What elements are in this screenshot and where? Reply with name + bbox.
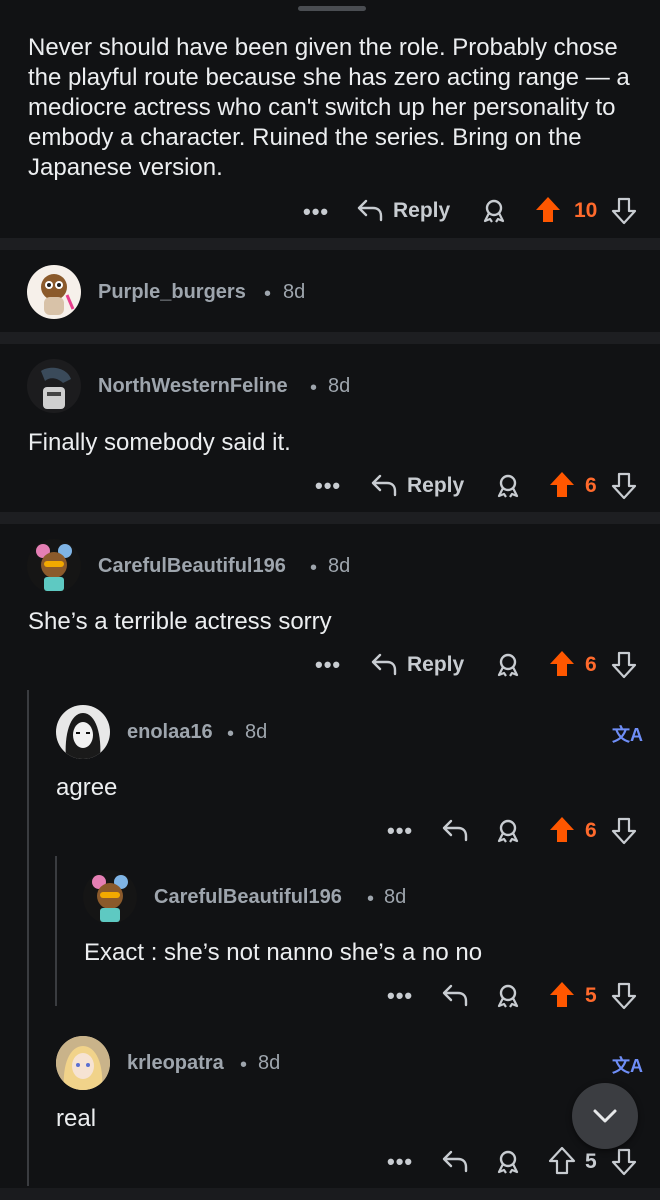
separator-dot: • [310, 557, 318, 579]
timestamp: 8d [283, 281, 306, 303]
downvote-icon[interactable] [611, 1147, 637, 1177]
downvote-icon[interactable] [611, 196, 637, 226]
comment-text: agree [56, 774, 118, 801]
avatar[interactable] [56, 705, 110, 759]
thread-line[interactable] [27, 690, 29, 1186]
comment-separator [0, 238, 660, 250]
timestamp: 8d [384, 886, 407, 908]
username[interactable]: CarefulBeautiful196 [98, 555, 286, 578]
award-icon[interactable] [494, 982, 522, 1010]
more-options-button[interactable]: ••• [315, 652, 341, 678]
more-options-button[interactable]: ••• [387, 1149, 413, 1175]
avatar[interactable] [27, 359, 81, 413]
downvote-icon[interactable] [611, 650, 637, 680]
upvote-icon[interactable] [534, 195, 562, 225]
more-options-button[interactable]: ••• [387, 983, 413, 1009]
timestamp: 8d [245, 721, 268, 743]
downvote-icon[interactable] [611, 981, 637, 1011]
reply-icon[interactable] [356, 197, 384, 223]
comment-text: Exact : she’s not nanno she’s a no no [84, 939, 483, 966]
separator-dot: • [367, 888, 375, 910]
downvote-icon[interactable] [611, 816, 637, 846]
username[interactable]: enolaa16 [127, 721, 213, 744]
more-options-button[interactable]: ••• [315, 473, 341, 499]
username[interactable]: Purple_burgers [98, 281, 246, 304]
award-icon[interactable] [494, 817, 522, 845]
avatar[interactable] [27, 539, 81, 593]
vote-count: 10 [574, 199, 598, 222]
bottom-divider [0, 1188, 660, 1200]
separator-dot: • [264, 283, 272, 305]
separator-dot: • [240, 1054, 248, 1076]
translate-icon[interactable]: 文A [612, 1052, 643, 1078]
upvote-icon[interactable] [548, 980, 576, 1010]
comment-text: She’s a terrible actress sorry [28, 608, 332, 635]
username[interactable]: krleopatra [127, 1052, 224, 1075]
username[interactable]: NorthWesternFeline [98, 375, 288, 398]
reply-icon[interactable] [370, 472, 398, 498]
avatar[interactable] [56, 1036, 110, 1090]
award-icon[interactable] [494, 651, 522, 679]
separator-dot: • [310, 377, 318, 399]
upvote-icon[interactable] [548, 815, 576, 845]
award-icon[interactable] [494, 1148, 522, 1176]
vote-count: 5 [585, 1150, 597, 1173]
comment-text: Never should have been given the role. P… [28, 34, 630, 181]
upvote-icon[interactable] [548, 470, 576, 500]
comment-text: real [56, 1105, 97, 1132]
timestamp: 8d [258, 1052, 281, 1074]
award-icon[interactable] [494, 472, 522, 500]
avatar[interactable] [83, 870, 137, 924]
vote-count: 6 [585, 474, 597, 497]
chevron-down-icon [593, 1109, 617, 1123]
more-options-button[interactable]: ••• [387, 818, 413, 844]
vote-count: 6 [585, 819, 597, 842]
comment-separator [0, 332, 660, 344]
username[interactable]: CarefulBeautiful196 [154, 886, 342, 909]
drag-handle[interactable] [298, 6, 366, 11]
more-options-button[interactable]: ••• [303, 199, 329, 225]
reply-icon[interactable] [370, 651, 398, 677]
translate-icon[interactable]: 文A [612, 721, 643, 747]
scroll-down-button[interactable] [572, 1083, 638, 1149]
reply-button[interactable]: Reply [393, 199, 450, 223]
comment-text: Finally somebody said it. [28, 429, 291, 456]
upvote-icon[interactable] [548, 649, 576, 679]
downvote-icon[interactable] [611, 471, 637, 501]
timestamp: 8d [328, 555, 351, 577]
reply-icon[interactable] [441, 1148, 469, 1174]
separator-dot: • [227, 723, 235, 745]
vote-count: 5 [585, 984, 597, 1007]
upvote-icon[interactable] [548, 1146, 576, 1176]
reply-icon[interactable] [441, 982, 469, 1008]
thread-line[interactable] [55, 856, 57, 1006]
vote-count: 6 [585, 653, 597, 676]
reply-button[interactable]: Reply [407, 474, 464, 498]
comment-separator [0, 512, 660, 524]
reply-button[interactable]: Reply [407, 653, 464, 677]
reply-icon[interactable] [441, 817, 469, 843]
award-icon[interactable] [480, 197, 508, 225]
timestamp: 8d [328, 375, 351, 397]
avatar[interactable] [27, 265, 81, 319]
